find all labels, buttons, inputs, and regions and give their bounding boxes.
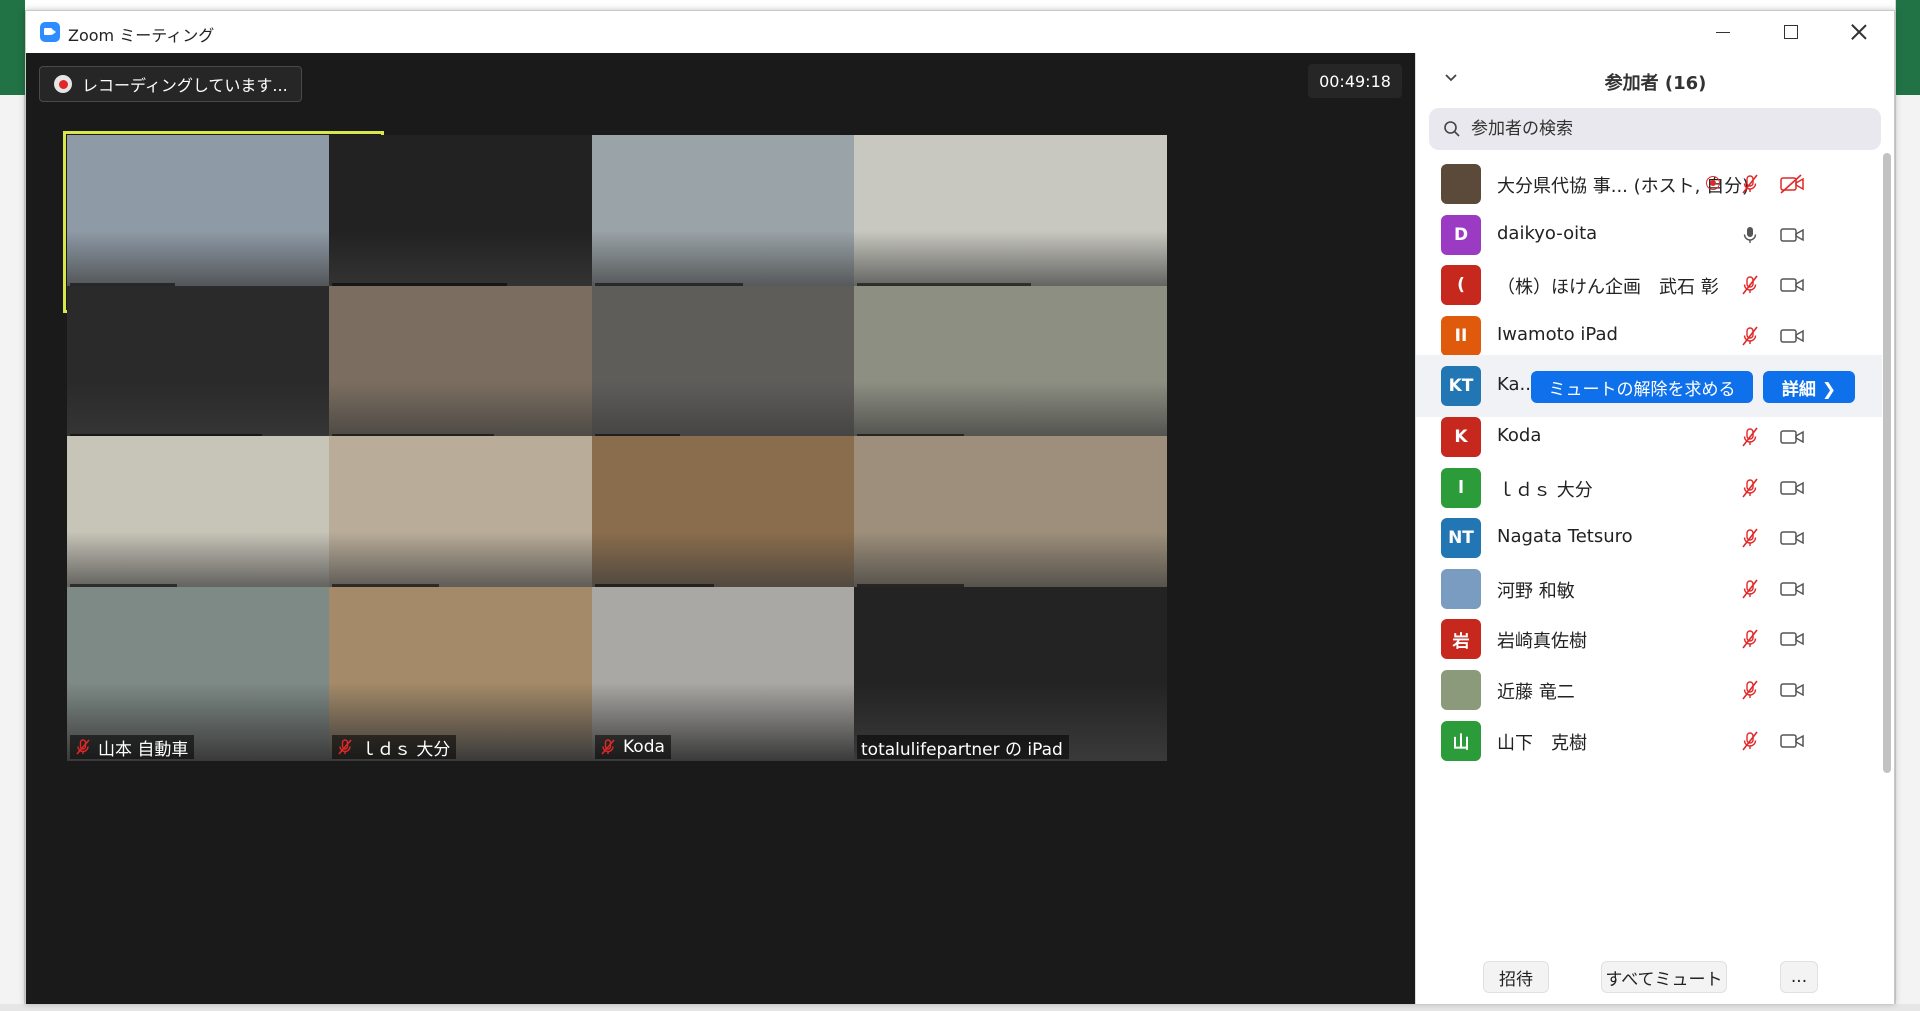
participant-search[interactable] xyxy=(1429,108,1881,150)
video-tile[interactable]: Katsuhisa Tasaki xyxy=(854,135,1167,309)
recording-indicator[interactable]: レコーディングしています... xyxy=(39,66,302,102)
participant-name: ｌｄｓ 大分 xyxy=(1497,479,1593,501)
avatar: 岩 xyxy=(1441,619,1481,660)
participant-name: daikyo-oita xyxy=(1497,222,1598,244)
avatar: 山 xyxy=(1441,720,1481,761)
zoom-app-icon xyxy=(40,22,60,42)
camera-icon xyxy=(1779,528,1805,548)
participant-name: 岩崎真佐樹 xyxy=(1497,631,1587,653)
recording-icon xyxy=(1706,176,1720,190)
avatar xyxy=(1441,568,1481,609)
maximize-button[interactable] xyxy=(1757,11,1825,53)
participant-name: Koda xyxy=(1497,425,1542,446)
participant-name: totalulifepartner の iPad xyxy=(861,739,1063,760)
avatar: l xyxy=(1441,467,1481,508)
participant-row[interactable]: 山山下 克樹 xyxy=(1416,710,1882,772)
mic-muted-icon xyxy=(1739,426,1761,448)
video-tile[interactable]: 河野 和敏 xyxy=(854,286,1167,460)
avatar xyxy=(1441,670,1481,710)
camera-icon xyxy=(1779,275,1805,295)
camera-icon xyxy=(1779,326,1805,346)
participant-list: 大分県代協 事... (ホスト, 自分) Ddaikyo-oita(（株）ほけん企… xyxy=(1416,153,1895,965)
video-tile[interactable]: totalulifepartner の iPad xyxy=(854,587,1167,761)
more-options-button[interactable]: 詳細 ❯ xyxy=(1763,371,1855,404)
participant-name: （株）ほけん企画 武石 彰 xyxy=(1497,277,1719,299)
participant-name: Koda xyxy=(623,737,665,757)
participant-name: ｌｄｓ 大分 xyxy=(360,739,451,760)
search-icon xyxy=(1444,121,1460,137)
avatar: K xyxy=(1441,417,1481,457)
video-tile[interactable]: 近藤 竜二 xyxy=(854,436,1167,610)
camera-icon xyxy=(1779,225,1805,245)
mic-muted-icon xyxy=(74,738,92,756)
camera-icon xyxy=(1779,579,1805,599)
zoom-window: Zoom ミーティング daikyo-oita大分県代協 事務局Iwamoto … xyxy=(25,10,1895,1004)
camera-icon xyxy=(1779,731,1805,751)
participant-name: 山下 克樹 xyxy=(1497,732,1587,754)
participant-name-label: ｌｄｓ 大分 xyxy=(332,735,457,760)
minimize-icon xyxy=(1716,31,1730,33)
participants-header: 参加者 (16) xyxy=(1416,53,1895,103)
close-button[interactable] xyxy=(1825,11,1893,53)
mic-muted-icon xyxy=(599,738,617,756)
avatar: KT xyxy=(1441,366,1481,407)
recording-dot-icon xyxy=(54,75,72,93)
search-input[interactable] xyxy=(1471,119,1851,139)
mic-muted-icon xyxy=(1739,173,1761,195)
mic-muted-icon xyxy=(1739,325,1761,347)
mic-muted-icon xyxy=(1739,679,1761,701)
mic-muted-icon xyxy=(1739,477,1761,499)
mic-muted-icon xyxy=(1739,274,1761,296)
participant-name: 河野 和敏 xyxy=(1497,580,1575,602)
recording-label: レコーディングしています... xyxy=(82,76,288,95)
participant-name: 山本 自動車 xyxy=(98,739,189,760)
background-app-bottom xyxy=(0,1004,1920,1011)
camera-icon xyxy=(1779,478,1805,498)
participant-name: Iwamoto iPad xyxy=(1497,323,1618,345)
mic-muted-icon xyxy=(1739,628,1761,650)
camera-off-icon xyxy=(1779,174,1805,194)
avatar xyxy=(1441,164,1481,204)
participants-footer: 招待 すべてミュート ... xyxy=(1416,953,1895,1004)
participant-list-scrollbar[interactable] xyxy=(1883,153,1891,773)
title-bar[interactable]: Zoom ミーティング xyxy=(26,11,1894,53)
participant-name: 近藤 竜二 xyxy=(1497,682,1575,703)
background-app-left xyxy=(0,0,25,1011)
participant-name-label: totalulifepartner の iPad xyxy=(857,735,1069,760)
camera-icon xyxy=(1779,680,1805,700)
window-title: Zoom ミーティング xyxy=(68,26,215,45)
background-app-right xyxy=(1895,0,1920,1011)
mic-icon xyxy=(1739,224,1761,246)
mute-all-button[interactable]: すべてミュート xyxy=(1601,961,1727,993)
avatar: II xyxy=(1441,315,1481,356)
minimize-button[interactable] xyxy=(1689,11,1757,53)
participant-name-label: 山本 自動車 xyxy=(70,735,195,760)
close-icon xyxy=(1851,24,1867,40)
ask-to-unmute-button[interactable]: ミュートの解除を求める xyxy=(1531,371,1753,404)
avatar: ( xyxy=(1441,265,1481,306)
video-grid: daikyo-oita大分県代協 事務局Iwamoto iPadKatsuhis… xyxy=(26,53,1415,1004)
mic-muted-icon xyxy=(1739,527,1761,549)
video-area: daikyo-oita大分県代協 事務局Iwamoto iPadKatsuhis… xyxy=(26,53,1415,1004)
avatar: D xyxy=(1441,214,1481,255)
meeting-timer: 00:49:18 xyxy=(1308,64,1402,98)
camera-icon xyxy=(1779,629,1805,649)
mic-muted-icon xyxy=(336,738,354,756)
mic-muted-icon xyxy=(1739,578,1761,600)
maximize-icon xyxy=(1784,25,1798,39)
participant-name: Nagata Tetsuro xyxy=(1497,526,1633,548)
avatar: NT xyxy=(1441,518,1481,559)
camera-icon xyxy=(1779,427,1805,447)
more-button[interactable]: ... xyxy=(1780,961,1818,993)
participants-title: 参加者 (16) xyxy=(1604,73,1707,94)
participants-panel: 参加者 (16) 大分県代協 事... (ホスト, 自分)Ddaikyo-oit… xyxy=(1415,53,1894,1004)
mic-muted-icon xyxy=(1739,730,1761,752)
participant-name-label: Koda xyxy=(595,735,671,759)
invite-button[interactable]: 招待 xyxy=(1483,961,1549,993)
